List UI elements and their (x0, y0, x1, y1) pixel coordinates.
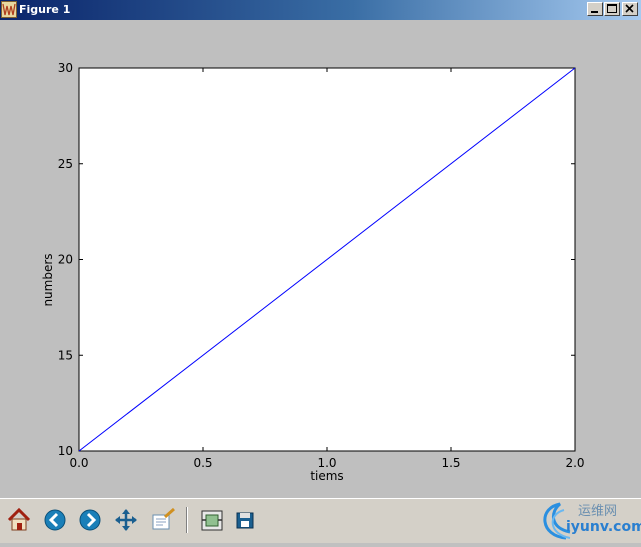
maximize-icon (607, 4, 617, 13)
y-tick-label: 30 (58, 61, 73, 75)
toolbar-separator (186, 507, 188, 533)
watermark-cn-text: 运维网 (578, 504, 618, 519)
move-icon (115, 509, 137, 531)
floppy-icon (236, 512, 254, 529)
zoom-button[interactable] (150, 507, 176, 533)
zoom-rect-icon (152, 507, 175, 530)
app-icon (1, 1, 17, 18)
chart-area: 0.0 0.5 1.0 1.5 2.0 10 15 20 25 30 tiems numbers (41, 61, 585, 483)
figure-canvas[interactable]: 0.0 0.5 1.0 1.5 2.0 10 15 20 25 30 tiems numbers (0, 20, 641, 498)
x-tick-label: 1.0 (317, 456, 336, 470)
close-button[interactable] (622, 2, 638, 16)
subplots-icon (201, 510, 223, 531)
watermark-url: iyunv.com (566, 519, 641, 535)
window-title: Figure 1 (19, 3, 71, 16)
y-tick-label: 20 (58, 253, 73, 267)
x-tick-label: 0.0 (69, 456, 88, 470)
y-tick-label: 10 (58, 444, 73, 458)
home-icon (7, 507, 31, 531)
minimize-button[interactable] (587, 2, 603, 16)
subplots-button[interactable] (199, 507, 225, 533)
forward-button[interactable] (77, 507, 103, 533)
x-tick-label: 2.0 (565, 456, 584, 470)
y-axis-label: numbers (41, 253, 55, 306)
maximize-button[interactable] (604, 2, 620, 16)
x-tick-label: 0.5 (193, 456, 212, 470)
y-tick-label: 15 (58, 348, 73, 362)
close-icon (625, 4, 634, 13)
home-button[interactable] (6, 507, 32, 533)
minimize-icon (591, 11, 598, 13)
y-tick-label: 25 (58, 157, 73, 171)
window-titlebar[interactable]: Figure 1 (0, 0, 641, 20)
back-arrow-icon (44, 509, 66, 531)
pan-button[interactable] (113, 507, 139, 533)
save-button[interactable] (232, 507, 258, 533)
x-axis-label: tiems (310, 469, 343, 483)
back-button[interactable] (42, 507, 68, 533)
forward-arrow-icon (79, 509, 101, 531)
x-tick-label: 1.5 (441, 456, 460, 470)
